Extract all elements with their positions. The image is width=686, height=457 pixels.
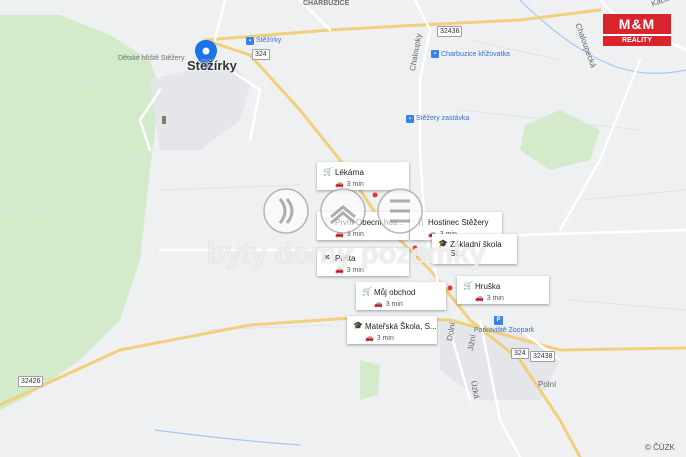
- bus-stop-label-stezery: Stěžery zastávka: [416, 115, 470, 122]
- school-icon: 🎓: [353, 321, 363, 330]
- parking-label: Parkoviště Zoopark: [474, 327, 535, 334]
- watermark-logo-icon: [263, 188, 423, 234]
- stream-2: [154, 429, 301, 446]
- brand-logo: M&M REALITY: [603, 14, 671, 46]
- car-icon: 🚗: [475, 295, 484, 302]
- watermark-text: byty domy pozemky: [207, 237, 486, 270]
- poi-card[interactable]: 🎓 Mateřská Škola, S... 🚗 3 min: [347, 316, 437, 344]
- road-shield: 32438: [530, 351, 556, 362]
- cart-icon: 🛒: [463, 281, 473, 290]
- poi-card[interactable]: 🛒 Můj obchod 🚗 3 min: [356, 282, 446, 310]
- copyright-text: © ČÚZK: [645, 443, 675, 452]
- bus-icon: ▪: [406, 115, 414, 123]
- parking-icon: P: [494, 316, 503, 325]
- road-shield: 32426: [18, 376, 44, 387]
- cart-icon: 🛒: [323, 167, 333, 176]
- road-shield: 324: [252, 49, 270, 60]
- place-label-charbuzice: CHARBUZICE: [303, 0, 350, 7]
- bus-stop-label-charbuzice: Charbuzice křižovatka: [441, 51, 510, 58]
- green-patch-ne: [520, 110, 600, 170]
- place-label-playground: Dětské hřiště Stěžery: [118, 55, 185, 62]
- town-label: Stěžírky: [187, 58, 237, 73]
- green-patch-s: [360, 360, 380, 400]
- poi-card[interactable]: 🛒 Hruška 🚗 3 min: [457, 276, 549, 304]
- road-shield: 32436: [437, 26, 463, 37]
- road-shield: 324: [511, 348, 529, 359]
- bus-icon: ▪: [246, 37, 254, 45]
- street-label: Polní: [538, 380, 557, 389]
- bus-icon: ▪: [431, 50, 439, 58]
- bus-stop-label-stezirky: Stěžírky: [256, 37, 282, 44]
- cart-icon: 🛒: [362, 287, 372, 296]
- car-icon: 🚗: [365, 335, 374, 342]
- road-north: [203, 8, 602, 42]
- car-icon: 🚗: [374, 301, 383, 308]
